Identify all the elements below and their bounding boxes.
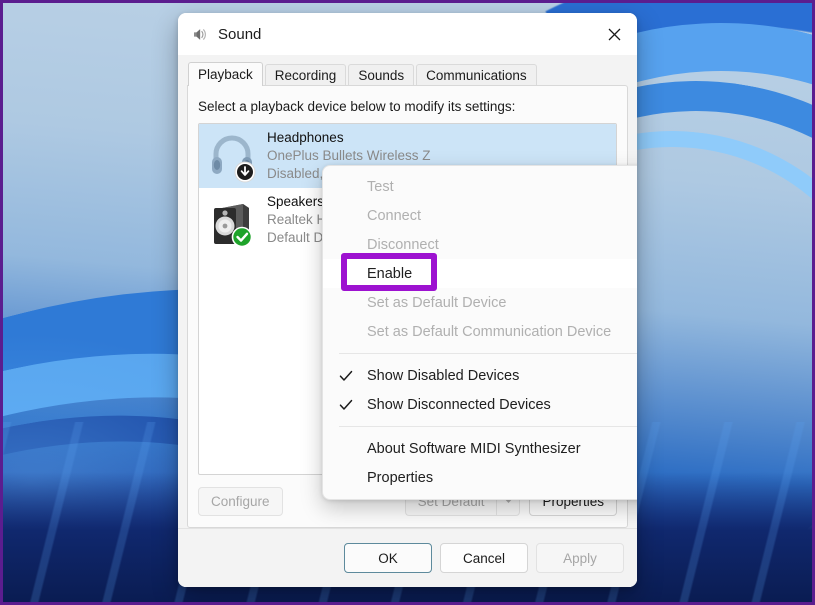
menu-item-about-software-midi-synthesizer[interactable]: About Software MIDI Synthesizer	[323, 434, 637, 463]
sound-dialog: Sound Playback Recording Sounds Communic…	[178, 13, 637, 587]
device-description: OnePlus Bullets Wireless Z	[267, 147, 431, 165]
menu-item-show-disconnected-devices[interactable]: Show Disconnected Devices	[323, 390, 637, 419]
pane-instruction: Select a playback device below to modify…	[198, 99, 627, 114]
window-title: Sound	[218, 26, 261, 43]
menu-item-enable[interactable]: Enable	[323, 259, 637, 288]
device-name: Speakers	[267, 193, 326, 211]
tab-strip: Playback Recording Sounds Communications	[178, 64, 637, 86]
device-name: Headphones	[267, 129, 431, 147]
menu-item-show-disabled-devices[interactable]: Show Disabled Devices	[323, 361, 637, 390]
dialog-footer: OK Cancel Apply	[178, 528, 637, 587]
menu-separator	[339, 426, 637, 427]
desktop-wallpaper: Sound Playback Recording Sounds Communic…	[3, 3, 812, 602]
tab-recording[interactable]: Recording	[265, 64, 347, 86]
headphones-icon	[205, 129, 259, 183]
menu-item-enable-wrapper: Enable	[323, 259, 637, 288]
menu-item-disconnect[interactable]: Disconnect	[323, 230, 637, 259]
speaker-box-icon	[205, 193, 259, 247]
menu-item-properties[interactable]: Properties	[323, 463, 637, 492]
device-description: Realtek H	[267, 211, 326, 229]
tab-sounds[interactable]: Sounds	[348, 64, 414, 86]
close-icon[interactable]	[591, 13, 637, 55]
tab-communications[interactable]: Communications	[416, 64, 537, 86]
speaker-icon	[191, 26, 208, 43]
checkmark-icon	[339, 398, 353, 412]
menu-item-test[interactable]: Test	[323, 172, 637, 201]
menu-item-label: Show Disabled Devices	[367, 368, 519, 384]
menu-item-label: Show Disconnected Devices	[367, 397, 551, 413]
menu-item-connect[interactable]: Connect	[323, 201, 637, 230]
device-context-menu[interactable]: Test Connect Disconnect Enable Set as De…	[322, 165, 637, 500]
device-text-speakers: Speakers Realtek H Default D	[267, 193, 326, 247]
ok-button[interactable]: OK	[344, 543, 432, 573]
menu-item-set-as-default-device[interactable]: Set as Default Device	[323, 288, 637, 317]
menu-item-set-as-default-communication-device[interactable]: Set as Default Communication Device	[323, 317, 637, 346]
cancel-button[interactable]: Cancel	[440, 543, 528, 573]
menu-separator	[339, 353, 637, 354]
configure-button[interactable]: Configure	[198, 487, 283, 516]
title-bar: Sound	[178, 13, 637, 55]
tab-playback[interactable]: Playback	[188, 62, 263, 86]
apply-button[interactable]: Apply	[536, 543, 624, 573]
checkmark-icon	[339, 369, 353, 383]
device-status: Default D	[267, 229, 326, 247]
